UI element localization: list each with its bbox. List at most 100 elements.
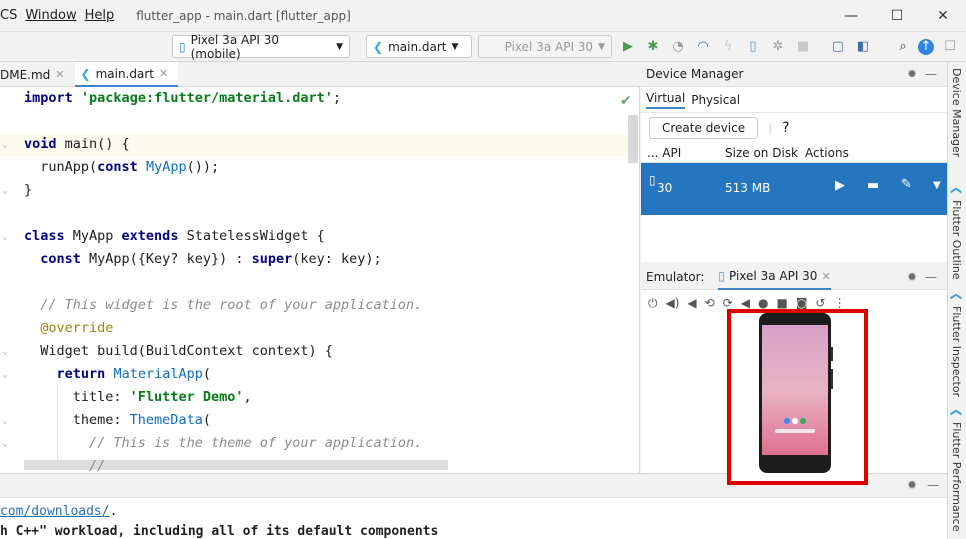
code-editor[interactable]: ✔ import 'package:flutter/material.dart'… bbox=[0, 87, 640, 473]
phone-screen[interactable] bbox=[731, 313, 864, 481]
edit-icon[interactable]: ✎ bbox=[901, 177, 912, 192]
home-icon[interactable]: ● bbox=[758, 296, 768, 310]
code-line[interactable]: title: 'Flutter Demo', bbox=[24, 386, 252, 409]
minimize-button[interactable]: — bbox=[828, 0, 874, 32]
camera-icon[interactable]: ◙ bbox=[796, 296, 808, 310]
dart-file-icon: ❮ bbox=[80, 66, 91, 81]
fold-marker-icon[interactable]: ⌄ bbox=[2, 438, 14, 450]
run-config-selector[interactable]: ❮ main.dart ▼ bbox=[366, 35, 472, 58]
more-icon[interactable]: ⋮ bbox=[834, 296, 846, 310]
folder-icon[interactable]: ▬ bbox=[867, 178, 879, 193]
window-controls: — ☐ ✕ bbox=[828, 0, 966, 32]
code-line[interactable]: // This is the theme of your application… bbox=[24, 432, 422, 455]
device-selector[interactable]: ▯ Pixel 3a API 30 (mobile) ▼ bbox=[172, 32, 350, 61]
strip-flutter-performance[interactable]: Flutter Performance bbox=[950, 422, 963, 531]
minimize-panel-icon[interactable]: — bbox=[925, 270, 937, 284]
create-device-button[interactable]: Create device bbox=[649, 117, 759, 139]
rotate-right-icon[interactable]: ⟳ bbox=[723, 296, 733, 310]
fold-marker-icon[interactable]: ⌄ bbox=[2, 415, 14, 427]
rotate-left-icon[interactable]: ⟲ bbox=[705, 296, 715, 310]
device-selector-label: Pixel 3a API 30 (mobile) bbox=[190, 32, 280, 61]
run-icon[interactable]: ▶ bbox=[620, 39, 636, 55]
device-manager-icon[interactable]: ▢ bbox=[830, 39, 846, 55]
code-line[interactable]: // bbox=[24, 455, 105, 473]
sdk-icon[interactable]: ◧ bbox=[855, 39, 871, 55]
sync-icon[interactable]: ✲ bbox=[770, 39, 786, 55]
volume-up-icon[interactable]: ◀) bbox=[666, 296, 680, 310]
column-api[interactable]: ... API bbox=[641, 146, 725, 160]
code-line[interactable]: } bbox=[24, 179, 32, 202]
code-line[interactable]: runApp(const MyApp()); bbox=[24, 156, 219, 179]
target-selector[interactable]: Pixel 3a API 30 ▼ bbox=[478, 35, 612, 58]
profile-icon[interactable]: ◔ bbox=[670, 39, 686, 55]
column-actions[interactable]: Actions bbox=[805, 146, 849, 160]
editor-vertical-scrollbar[interactable] bbox=[628, 115, 638, 163]
debug-icon[interactable]: ✱ bbox=[645, 39, 661, 55]
code-line[interactable]: import 'package:flutter/material.dart'; bbox=[24, 87, 341, 110]
window-title: flutter_app - main.dart [flutter_app] bbox=[136, 8, 351, 23]
downloads-link[interactable]: com/downloads/ bbox=[0, 504, 110, 519]
close-icon[interactable]: ✕ bbox=[55, 68, 64, 81]
menu-help[interactable]: Help bbox=[85, 8, 123, 23]
maximize-button[interactable]: ☐ bbox=[874, 0, 920, 32]
main-toolbar: ▯ Pixel 3a API 30 (mobile) ▼ ❮ main.dart… bbox=[0, 32, 966, 62]
tab-main-dart[interactable]: ❮ main.dart ✕ bbox=[74, 62, 179, 87]
emulator-tab[interactable]: ▯ Pixel 3a API 30 ✕ bbox=[718, 265, 831, 290]
code-line[interactable]: return MaterialApp( bbox=[24, 363, 211, 386]
gear-icon[interactable]: ✹ bbox=[907, 270, 917, 284]
device-type-tabs: Virtual Physical bbox=[641, 87, 947, 113]
snapshot-icon[interactable]: ↺ bbox=[816, 296, 826, 310]
chevron-down-icon: ▼ bbox=[598, 41, 605, 52]
help-icon[interactable]: ? bbox=[782, 120, 789, 136]
device-manager-actions: Create device | ? bbox=[641, 113, 947, 143]
overview-icon[interactable]: ■ bbox=[777, 296, 788, 310]
title-bar: CS Window Help flutter_app - main.dart [… bbox=[0, 0, 966, 32]
strip-flutter-outline[interactable]: Flutter Outline bbox=[950, 200, 963, 280]
phone-icon: ▯ bbox=[649, 173, 656, 187]
code-line[interactable]: Widget build(BuildContext context) { bbox=[24, 340, 333, 363]
volume-down-icon[interactable]: ◀ bbox=[687, 296, 696, 310]
fold-marker-icon[interactable]: ⌄ bbox=[2, 185, 14, 197]
power-icon[interactable]: ⏻ bbox=[648, 296, 658, 311]
gear-icon[interactable]: ✹ bbox=[907, 67, 917, 81]
code-line[interactable]: void main() { bbox=[0, 133, 628, 156]
account-icon[interactable]: ☐ bbox=[942, 39, 958, 55]
close-icon[interactable]: ✕ bbox=[821, 270, 830, 283]
stop-icon[interactable]: ■ bbox=[795, 39, 811, 55]
back-icon[interactable]: ◀ bbox=[741, 296, 750, 310]
avd-icon[interactable]: ▯ bbox=[745, 39, 761, 55]
fold-marker-icon[interactable]: ⌄ bbox=[2, 346, 14, 358]
code-line[interactable]: theme: ThemeData( bbox=[24, 409, 211, 432]
fold-marker-icon[interactable]: ⌄ bbox=[2, 369, 14, 381]
fold-marker-icon[interactable]: ⌄ bbox=[2, 231, 14, 243]
update-icon[interactable]: ↑ bbox=[918, 39, 934, 55]
hot-reload-icon[interactable]: ϟ bbox=[720, 39, 736, 55]
strip-flutter-inspector[interactable]: Flutter Inspector bbox=[950, 306, 963, 397]
menu-window[interactable]: Window bbox=[25, 8, 84, 23]
attach-icon[interactable]: ◠ bbox=[695, 39, 711, 55]
menu-vcs[interactable]: CS bbox=[0, 8, 25, 23]
minimize-panel-icon[interactable]: — bbox=[927, 478, 939, 492]
device-row[interactable]: ▯ 30 513 MB ▶ ▬ ✎ ▼ bbox=[641, 163, 947, 215]
tab-readme[interactable]: DME.md ✕ bbox=[0, 62, 75, 87]
code-line[interactable]: @override bbox=[24, 317, 113, 340]
column-size[interactable]: Size on Disk bbox=[725, 146, 805, 160]
close-icon[interactable]: ✕ bbox=[159, 67, 168, 80]
code-line[interactable]: const MyApp({Key? key}) : super(key: key… bbox=[24, 248, 381, 271]
search-icon[interactable]: ⌕ bbox=[895, 39, 911, 55]
code-line[interactable]: class MyApp extends StatelessWidget { bbox=[24, 225, 325, 248]
chevron-down-icon[interactable]: ▼ bbox=[933, 180, 941, 191]
launch-icon[interactable]: ▶ bbox=[835, 178, 845, 193]
strip-device-manager[interactable]: Device Manager bbox=[950, 68, 963, 157]
emulator-header: Emulator: ▯ Pixel 3a API 30 ✕ ✹ — bbox=[641, 265, 947, 290]
close-button[interactable]: ✕ bbox=[920, 0, 966, 32]
menu-help-label: Help bbox=[84, 8, 115, 23]
code-line[interactable]: // This widget is the root of your appli… bbox=[24, 294, 422, 317]
tab-physical[interactable]: Physical bbox=[691, 93, 740, 107]
tab-virtual[interactable]: Virtual bbox=[646, 91, 686, 109]
gear-icon[interactable]: ✹ bbox=[907, 478, 917, 492]
minimize-panel-icon[interactable]: — bbox=[925, 67, 937, 81]
fold-marker-icon[interactable]: ⌄ bbox=[2, 139, 14, 151]
menu-window-label: Window bbox=[25, 8, 77, 23]
flutter-icon: ❮ bbox=[950, 186, 963, 196]
